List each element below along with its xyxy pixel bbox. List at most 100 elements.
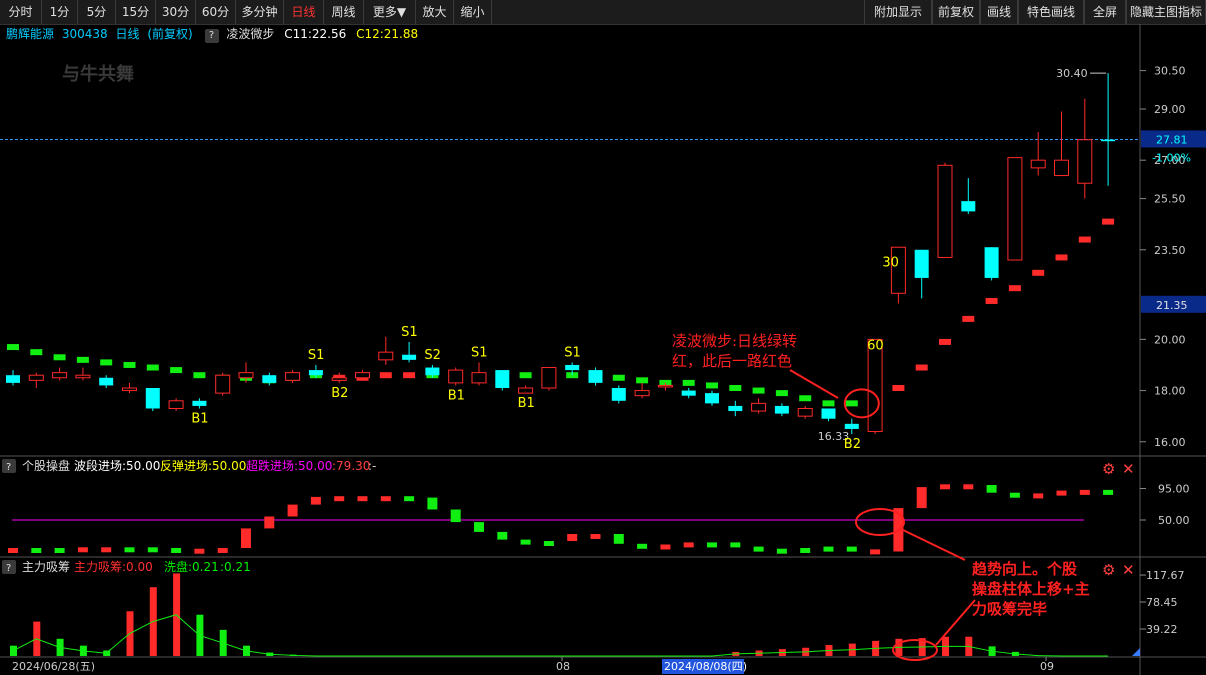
signal-mark-30 <box>706 382 718 389</box>
candle-body-13 <box>308 370 323 376</box>
candle-body-10 <box>238 372 254 379</box>
candle-body-4 <box>99 377 114 386</box>
panel2-bar-27 <box>637 543 648 549</box>
panel2-bar-25 <box>590 534 601 539</box>
panel2-tick-label-1: 50.00 <box>1158 514 1190 527</box>
level-price-label: 21.35 <box>1156 299 1188 312</box>
bs-label-3: S1 <box>401 325 418 340</box>
panel2-bar-7 <box>171 548 182 553</box>
signal-mark-22 <box>519 372 532 379</box>
panel2-bar-47 <box>1103 489 1114 495</box>
candle-body-32 <box>751 402 767 412</box>
panel2-bar-21 <box>497 531 508 540</box>
candle-body-45 <box>1054 159 1069 177</box>
panel3-help-glyph: ? <box>6 563 11 574</box>
panel2-bar-35 <box>823 546 834 552</box>
candle-body-35 <box>821 408 836 419</box>
panel2-bar-9 <box>217 548 228 553</box>
panel2-close-icon: ✕ <box>1122 460 1135 478</box>
panel3-legend-2: :0.21 <box>220 560 251 574</box>
panel2-bar-11 <box>264 516 275 529</box>
y-tick-label-0: 30.50 <box>1154 65 1186 78</box>
panel2-bar-39 <box>916 487 927 509</box>
panel2-bar-23 <box>543 541 554 546</box>
y-tick-label-4: 23.50 <box>1154 244 1186 257</box>
panel2-bar-18 <box>427 497 438 510</box>
candle-body-17 <box>402 354 417 360</box>
high-price-label: 30.40 <box>1056 67 1088 80</box>
candle-body-23 <box>541 367 557 389</box>
signal-mark-45 <box>1055 254 1068 261</box>
candle-body-3 <box>75 374 91 379</box>
signal-mark-36 <box>845 400 858 407</box>
candle-body-5 <box>122 387 137 392</box>
bs-label-6: S1 <box>471 345 488 360</box>
candle-body-47 <box>1101 139 1116 142</box>
panel2-bar-46 <box>1079 489 1090 495</box>
signal-mark-6 <box>146 364 159 371</box>
panel3-gear-icon: ⚙ <box>1102 561 1115 579</box>
panel2-bar-31 <box>730 542 741 548</box>
y-tick-label-5: 20.00 <box>1154 333 1186 346</box>
panel2-bar-30 <box>707 542 717 548</box>
panel2-bar-28 <box>660 544 671 550</box>
y-tick-label-7: 16.00 <box>1154 436 1186 449</box>
candle-body-15 <box>355 372 370 379</box>
bs-label-8: S1 <box>564 345 581 360</box>
candle-body-9 <box>215 374 231 394</box>
panel2-bar-2 <box>54 548 65 553</box>
signal-mark-5 <box>123 361 136 368</box>
x-label-2: 2024/08/08(四) <box>664 660 747 673</box>
signal-mark-26 <box>612 374 625 381</box>
signal-mark-0 <box>7 344 19 351</box>
candle-body-31 <box>728 405 743 412</box>
signal-mark-8 <box>193 372 206 379</box>
signal-mark-41 <box>962 315 975 322</box>
bs-label-10: 60 <box>867 338 884 353</box>
signal-mark-17 <box>403 372 416 379</box>
chart-area[interactable]: 与牛共舞 30.5029.0027.0025.5023.5020.0018.001… <box>0 0 1206 675</box>
annotation-text-1-1: 红，此后一路红色 <box>672 352 792 370</box>
bs-label-0: B1 <box>191 411 208 426</box>
candle-body-33 <box>774 405 789 414</box>
scroll-corner-icon <box>1132 648 1140 656</box>
bs-label-9: B2 <box>844 437 861 452</box>
candle-body-34 <box>797 407 813 417</box>
candle-body-24 <box>565 364 580 371</box>
annotation-line-2 <box>902 529 966 561</box>
panel2-bar-20 <box>474 522 484 532</box>
candle-body-27 <box>634 390 650 397</box>
annotation-text-2-1: 操盘柱体上移+主 <box>972 580 1090 598</box>
candle-body-14 <box>331 377 347 381</box>
panel2-bar-34 <box>800 548 811 553</box>
signal-mark-34 <box>799 395 812 402</box>
signal-mark-1 <box>30 349 43 356</box>
panel2-bar-17 <box>404 496 415 502</box>
candle-body-43 <box>1007 157 1023 261</box>
panel2-bar-16 <box>380 496 391 502</box>
signal-mark-16 <box>379 372 392 379</box>
panel2-bar-26 <box>613 534 624 544</box>
signal-mark-38 <box>892 385 905 392</box>
panel2-bar-3 <box>77 547 88 553</box>
annotation-text-2-0: 趋势向上。个股 <box>972 560 1078 578</box>
panel2-bar-5 <box>124 547 135 553</box>
panel3-tick-label-1: 78.45 <box>1146 596 1178 609</box>
panel2-bar-6 <box>147 547 158 553</box>
candle-body-21 <box>495 370 510 389</box>
signal-mark-35 <box>822 400 835 407</box>
candle-body-0 <box>6 375 20 383</box>
candle-body-40 <box>937 164 953 258</box>
candle-body-46 <box>1077 139 1093 184</box>
panel2-gear-icon: ⚙ <box>1102 460 1115 478</box>
signal-mark-4 <box>100 359 113 366</box>
panel2-bar-24 <box>567 534 578 541</box>
panel2-bar-22 <box>520 539 531 545</box>
candle-body-19 <box>448 369 464 384</box>
panel2-bar-36 <box>846 546 857 552</box>
panel2-bar-42 <box>986 485 997 493</box>
panel2-tick-label-0: 95.00 <box>1158 483 1190 496</box>
signal-mark-46 <box>1078 236 1091 243</box>
signal-mark-7 <box>170 367 183 374</box>
candle-body-36 <box>844 423 859 429</box>
